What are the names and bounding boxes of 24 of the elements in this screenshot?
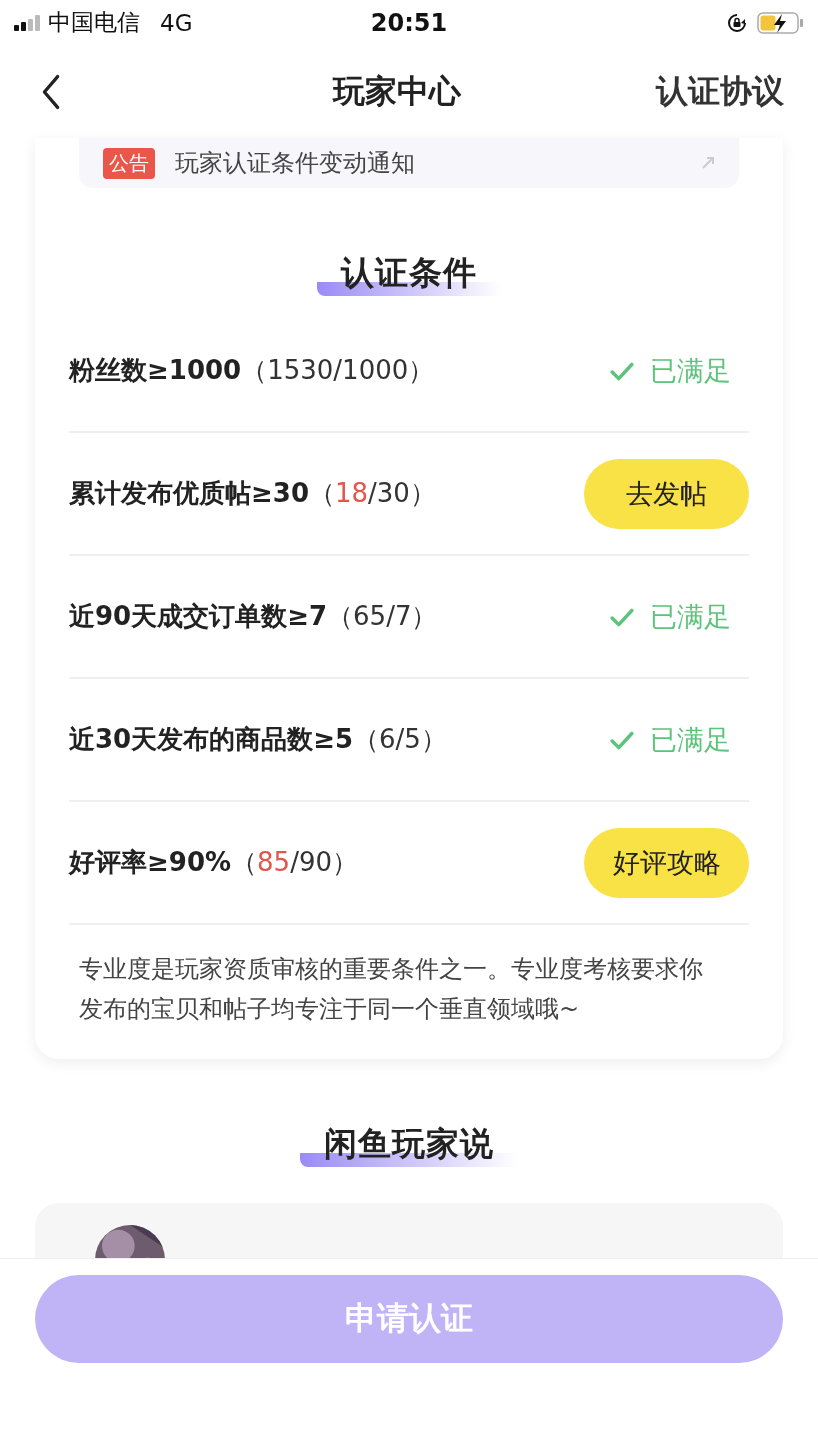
condition-text: 好评率≥90%（85/90） [69,846,358,879]
signal-icon [14,14,40,31]
back-icon [40,73,62,110]
status-time: 20:51 [369,8,449,37]
note-text: 专业度是玩家资质审核的重要条件之一。专业度考核要求你发布的宝贝和帖子均专注于同一个垂直领域哦~ [79,954,704,1025]
action-button[interactable]: 去发帖 [584,458,749,529]
condition-text: 粉丝数≥1000（1530/1000） [69,354,435,387]
status-text: 已满足 [650,722,731,757]
page-title: 玩家中心 [333,70,461,112]
carrier-name: 中国电信 [48,8,140,37]
condition-text: 近30天发布的商品数≥5（6/5） [69,723,447,756]
action-button[interactable]: 好评攻略 [584,827,749,898]
network-type: 4G [160,9,193,36]
battery-charging-icon [757,11,804,34]
notice-tag: 公告 [103,147,155,179]
notice-bar[interactable]: 公告 玩家认证条件变动通知 [79,138,739,188]
condition-text: 累计发布优质帖≥30（18/30） [69,477,436,510]
status-text: 已满足 [650,353,731,388]
notice-text: 玩家认证条件变动通知 [175,148,416,179]
agreement-link[interactable]: 认证协议 [656,69,784,114]
arrow-icon [701,156,715,170]
condition-text: 近90天成交订单数≥7（65/7） [69,600,438,633]
rotation-lock-icon [727,12,747,33]
status-text: 已满足 [650,599,731,634]
